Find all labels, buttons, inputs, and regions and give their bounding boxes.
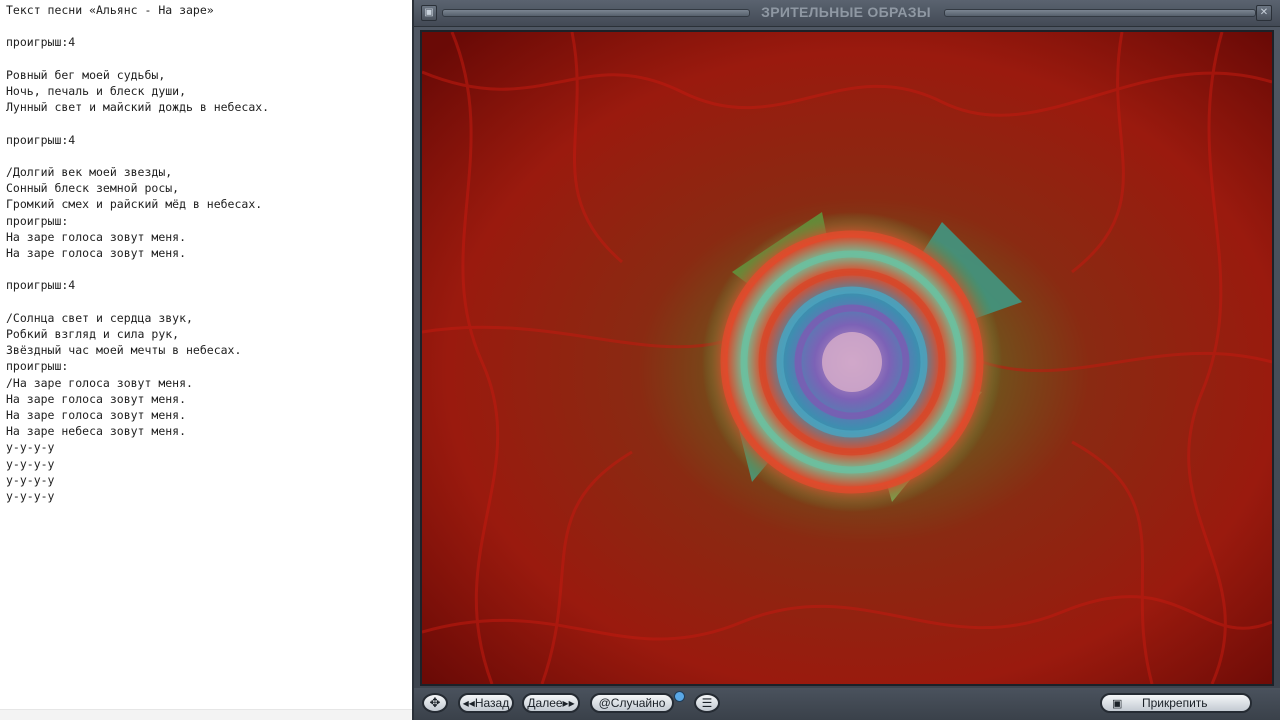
visualization-control-bar: ✥ ◂◂Назад Далее▸▸ @Случайно ☰ ▣ Прикрепит… — [414, 688, 1280, 720]
window-menu-icon[interactable]: ▣ — [421, 5, 437, 21]
random-button[interactable]: @Случайно — [590, 693, 674, 713]
visualization-window: ▣ ЗРИТЕЛЬНЫЕ ОБРАЗЫ ✕ ✥ ◂◂Назад Далее▸▸ … — [412, 0, 1280, 720]
psychedelic-visualization-image — [422, 32, 1272, 684]
titlebar-grip-left — [442, 9, 750, 17]
menu-icon[interactable]: ☰ — [694, 693, 720, 713]
lyrics-text[interactable]: Текст песни «Альянс - На заре» проигрыш:… — [6, 2, 408, 504]
text-editor[interactable]: Текст песни «Альянс - На заре» проигрыш:… — [0, 0, 412, 720]
pin-label: Прикрепить — [1142, 696, 1208, 710]
move-icon[interactable]: ✥ — [422, 693, 448, 713]
pin-icon: ▣ — [1112, 698, 1123, 710]
titlebar-grip-right — [944, 9, 1256, 17]
next-button[interactable]: Далее▸▸ — [522, 693, 580, 713]
pin-button[interactable]: ▣ Прикрепить — [1100, 693, 1252, 713]
horizontal-scrollbar[interactable] — [0, 709, 412, 720]
window-titlebar[interactable]: ▣ ЗРИТЕЛЬНЫЕ ОБРАЗЫ ✕ — [414, 0, 1280, 27]
close-icon[interactable]: ✕ — [1256, 5, 1272, 21]
window-title: ЗРИТЕЛЬНЫЕ ОБРАЗЫ — [761, 4, 931, 20]
visualization-canvas — [420, 30, 1274, 686]
random-indicator-icon — [674, 691, 685, 702]
back-button[interactable]: ◂◂Назад — [458, 693, 514, 713]
